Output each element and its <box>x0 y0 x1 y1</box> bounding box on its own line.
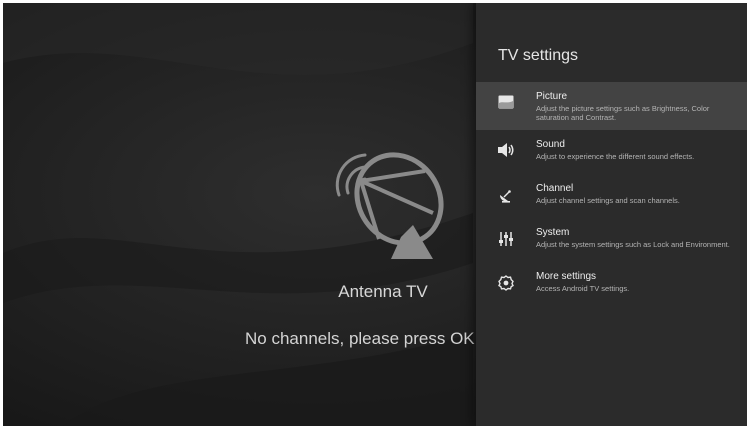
menu-item-description: Access Android TV settings. <box>536 284 630 293</box>
menu-item-description: Adjust the picture settings such as Brig… <box>536 104 710 122</box>
gear-icon <box>476 271 536 291</box>
sliders-icon <box>476 227 536 247</box>
menu-item-channel[interactable]: Channel Adjust channel settings and scan… <box>476 174 747 218</box>
picture-icon <box>476 91 536 109</box>
menu-item-label: More settings <box>536 271 597 282</box>
menu-item-description: Adjust channel settings and scan channel… <box>536 196 680 205</box>
tv-settings-panel: TV settings Picture Adjust the picture s… <box>476 3 747 426</box>
menu-item-description: Adjust to experience the different sound… <box>536 152 695 161</box>
satellite-dish-icon <box>335 152 444 259</box>
menu-item-label: Picture <box>536 91 568 102</box>
menu-item-picture[interactable]: Picture Adjust the picture settings such… <box>476 82 747 130</box>
no-channels-message: No channels, please press OK to <box>245 329 494 348</box>
menu-item-sound[interactable]: Sound Adjust to experience the different… <box>476 130 747 174</box>
menu-item-label: Channel <box>536 183 574 194</box>
menu-item-label: System <box>536 227 570 238</box>
menu-item-label: Sound <box>536 139 565 150</box>
tv-screen: Antenna TV No channels, please press OK … <box>3 3 747 426</box>
source-title: Antenna TV <box>338 282 428 301</box>
panel-title: TV settings <box>498 47 579 64</box>
menu-item-description: Adjust the system settings such as Lock … <box>536 240 730 249</box>
menu-item-more-settings[interactable]: More settings Access Android TV settings… <box>476 262 747 306</box>
satellite-dish-icon <box>476 183 536 203</box>
settings-menu: Picture Adjust the picture settings such… <box>476 82 747 306</box>
speaker-icon <box>476 139 536 157</box>
menu-item-system[interactable]: System Adjust the system settings such a… <box>476 218 747 262</box>
